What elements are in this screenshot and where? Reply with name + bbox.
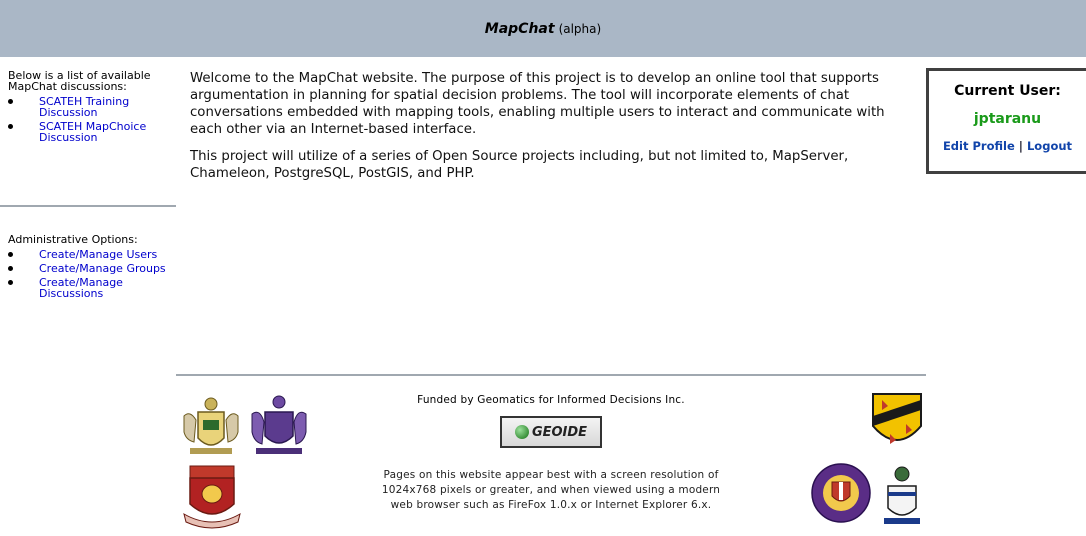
list-item: Create/Manage Groups <box>8 263 176 274</box>
list-item: SCATEH MapChoice Discussion <box>8 121 176 143</box>
crest-icon-right-1 <box>872 393 922 444</box>
list-item: SCATEH Training Discussion <box>8 96 176 118</box>
current-user-title: Current User: <box>954 83 1061 99</box>
funding-text: Funded by Geomatics for Informed Decisio… <box>417 394 685 406</box>
admin-list: Create/Manage Users Create/Manage Groups… <box>8 249 176 299</box>
link-separator: | <box>1018 139 1023 153</box>
crest-icon-left-1 <box>183 397 239 454</box>
discussion-list: SCATEH Training Discussion SCATEH MapCho… <box>8 96 176 143</box>
discussion-link-mapchoice[interactable]: SCATEH MapChoice Discussion <box>39 120 146 144</box>
user-links: Edit Profile | Logout <box>929 139 1086 153</box>
site-header: MapChat (alpha) <box>0 0 1086 57</box>
globe-icon <box>514 425 529 439</box>
crest-icon-left-2 <box>251 395 307 454</box>
crest-icon-left-3 <box>183 465 241 529</box>
crest-icon-right-2 <box>811 463 871 523</box>
manage-discussions-link[interactable]: Create/Manage Discussions <box>39 276 123 300</box>
edit-profile-link[interactable]: Edit Profile <box>943 139 1015 153</box>
footer-divider <box>176 374 926 376</box>
crest-icon-right-3 <box>884 466 920 524</box>
admin-options: Administrative Options: Create/Manage Us… <box>8 234 176 302</box>
browser-recommendation: Pages on this website appear best with a… <box>381 469 721 511</box>
username: jptaranu <box>973 111 1042 127</box>
sidebar-divider <box>0 205 176 207</box>
sidebar: Below is a list of available MapChat dis… <box>0 69 176 299</box>
manage-users-link[interactable]: Create/Manage Users <box>39 248 157 261</box>
geoide-logo[interactable]: GEOIDE <box>500 416 602 448</box>
geoide-logo-text: GEOIDE <box>531 424 588 440</box>
welcome-paragraph: Welcome to the MapChat website. The purp… <box>190 71 885 137</box>
current-user-box: Current User: jptaranu Edit Profile | Lo… <box>926 68 1086 174</box>
main-content: Welcome to the MapChat website. The purp… <box>190 70 900 192</box>
projects-paragraph: This project will utilize of a series of… <box>190 149 849 181</box>
manage-groups-link[interactable]: Create/Manage Groups <box>39 262 166 275</box>
list-item: Create/Manage Users <box>8 249 176 260</box>
logout-link[interactable]: Logout <box>1027 139 1072 153</box>
site-title-suffix: (alpha) <box>558 21 602 36</box>
discussion-link-training[interactable]: SCATEH Training Discussion <box>39 95 129 119</box>
discussions-intro: Below is a list of available MapChat dis… <box>8 69 151 93</box>
admin-title: Administrative Options: <box>8 233 138 246</box>
list-item: Create/Manage Discussions <box>8 277 176 299</box>
site-title: MapChat <box>484 20 555 37</box>
